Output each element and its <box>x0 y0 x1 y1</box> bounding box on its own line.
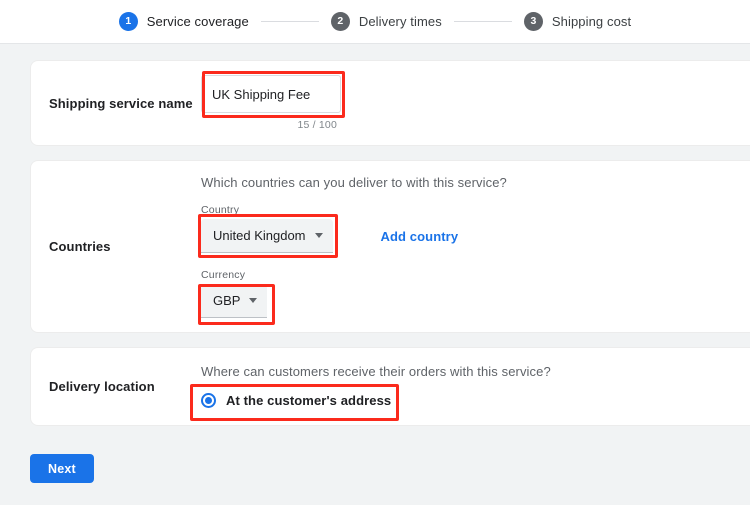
annotation-box-delivery-option: At the customer's address <box>189 384 400 421</box>
delivery-option-label: At the customer's address <box>226 393 392 408</box>
currency-block: Currency GBP <box>197 269 726 325</box>
card-shipping-service-name: Shipping service name UK Shipping Fee 15… <box>30 60 750 146</box>
country-select-value: United Kingdom <box>213 228 306 243</box>
country-row: United Kingdom Add country <box>198 214 726 258</box>
add-country-link[interactable]: Add country <box>381 229 459 244</box>
step-shipping-cost[interactable]: 3 Shipping cost <box>523 12 632 31</box>
chevron-down-icon <box>249 298 258 303</box>
shipping-service-name-label: Shipping service name <box>49 95 193 111</box>
step-service-coverage[interactable]: 1 Service coverage <box>118 12 249 31</box>
countries-label: Countries <box>49 239 111 254</box>
countries-question: Which countries can you deliver to with … <box>201 175 507 190</box>
delivery-location-question: Where can customers receive their orders… <box>201 364 551 379</box>
annotation-box-service-name: UK Shipping Fee <box>201 71 345 118</box>
step-3-number-badge: 3 <box>523 12 543 31</box>
shipping-service-name-input[interactable]: UK Shipping Fee <box>201 75 341 113</box>
country-field-label: Country <box>201 204 240 216</box>
currency-field-label: Currency <box>201 269 246 281</box>
card-countries: Countries Which countries can you delive… <box>30 160 750 333</box>
card-delivery-location: Delivery location Where can customers re… <box>30 347 750 426</box>
character-counter: 15 / 100 <box>297 119 337 131</box>
next-button[interactable]: Next <box>30 454 94 483</box>
step-2-number-badge: 2 <box>330 12 350 31</box>
delivery-location-body: Where can customers receive their orders… <box>189 362 750 421</box>
stepper-header: 1 Service coverage 2 Delivery times 3 Sh… <box>0 0 750 44</box>
delivery-location-label: Delivery location <box>49 379 155 394</box>
countries-body: Which countries can you deliver to with … <box>197 175 750 325</box>
shipping-service-name-field-wrap: UK Shipping Fee 15 / 100 <box>201 71 345 131</box>
shipping-service-name-body: UK Shipping Fee 15 / 100 <box>201 71 750 131</box>
step-2-label: Delivery times <box>358 14 442 29</box>
radio-selected-icon[interactable] <box>201 393 216 408</box>
currency-select-value: GBP <box>213 293 241 308</box>
delivery-option-customer-address[interactable]: At the customer's address <box>201 393 391 408</box>
step-connector-2 <box>453 21 512 22</box>
annotation-box-country: United Kingdom <box>198 214 337 258</box>
stepper: 1 Service coverage 2 Delivery times 3 Sh… <box>118 12 632 31</box>
step-3-label: Shipping cost <box>551 14 632 29</box>
currency-select[interactable]: GBP <box>201 284 268 318</box>
country-select[interactable]: United Kingdom <box>201 219 333 253</box>
form-content: Shipping service name UK Shipping Fee 15… <box>0 44 750 483</box>
step-connector-1 <box>260 21 319 22</box>
form-footer: Next <box>0 440 750 483</box>
step-1-number-badge: 1 <box>118 12 138 31</box>
annotation-box-currency: GBP <box>197 284 276 325</box>
step-delivery-times[interactable]: 2 Delivery times <box>330 12 442 31</box>
chevron-down-icon <box>314 233 323 238</box>
step-1-label: Service coverage <box>146 14 249 29</box>
country-block: Country United Kingdom Add country <box>198 204 726 258</box>
